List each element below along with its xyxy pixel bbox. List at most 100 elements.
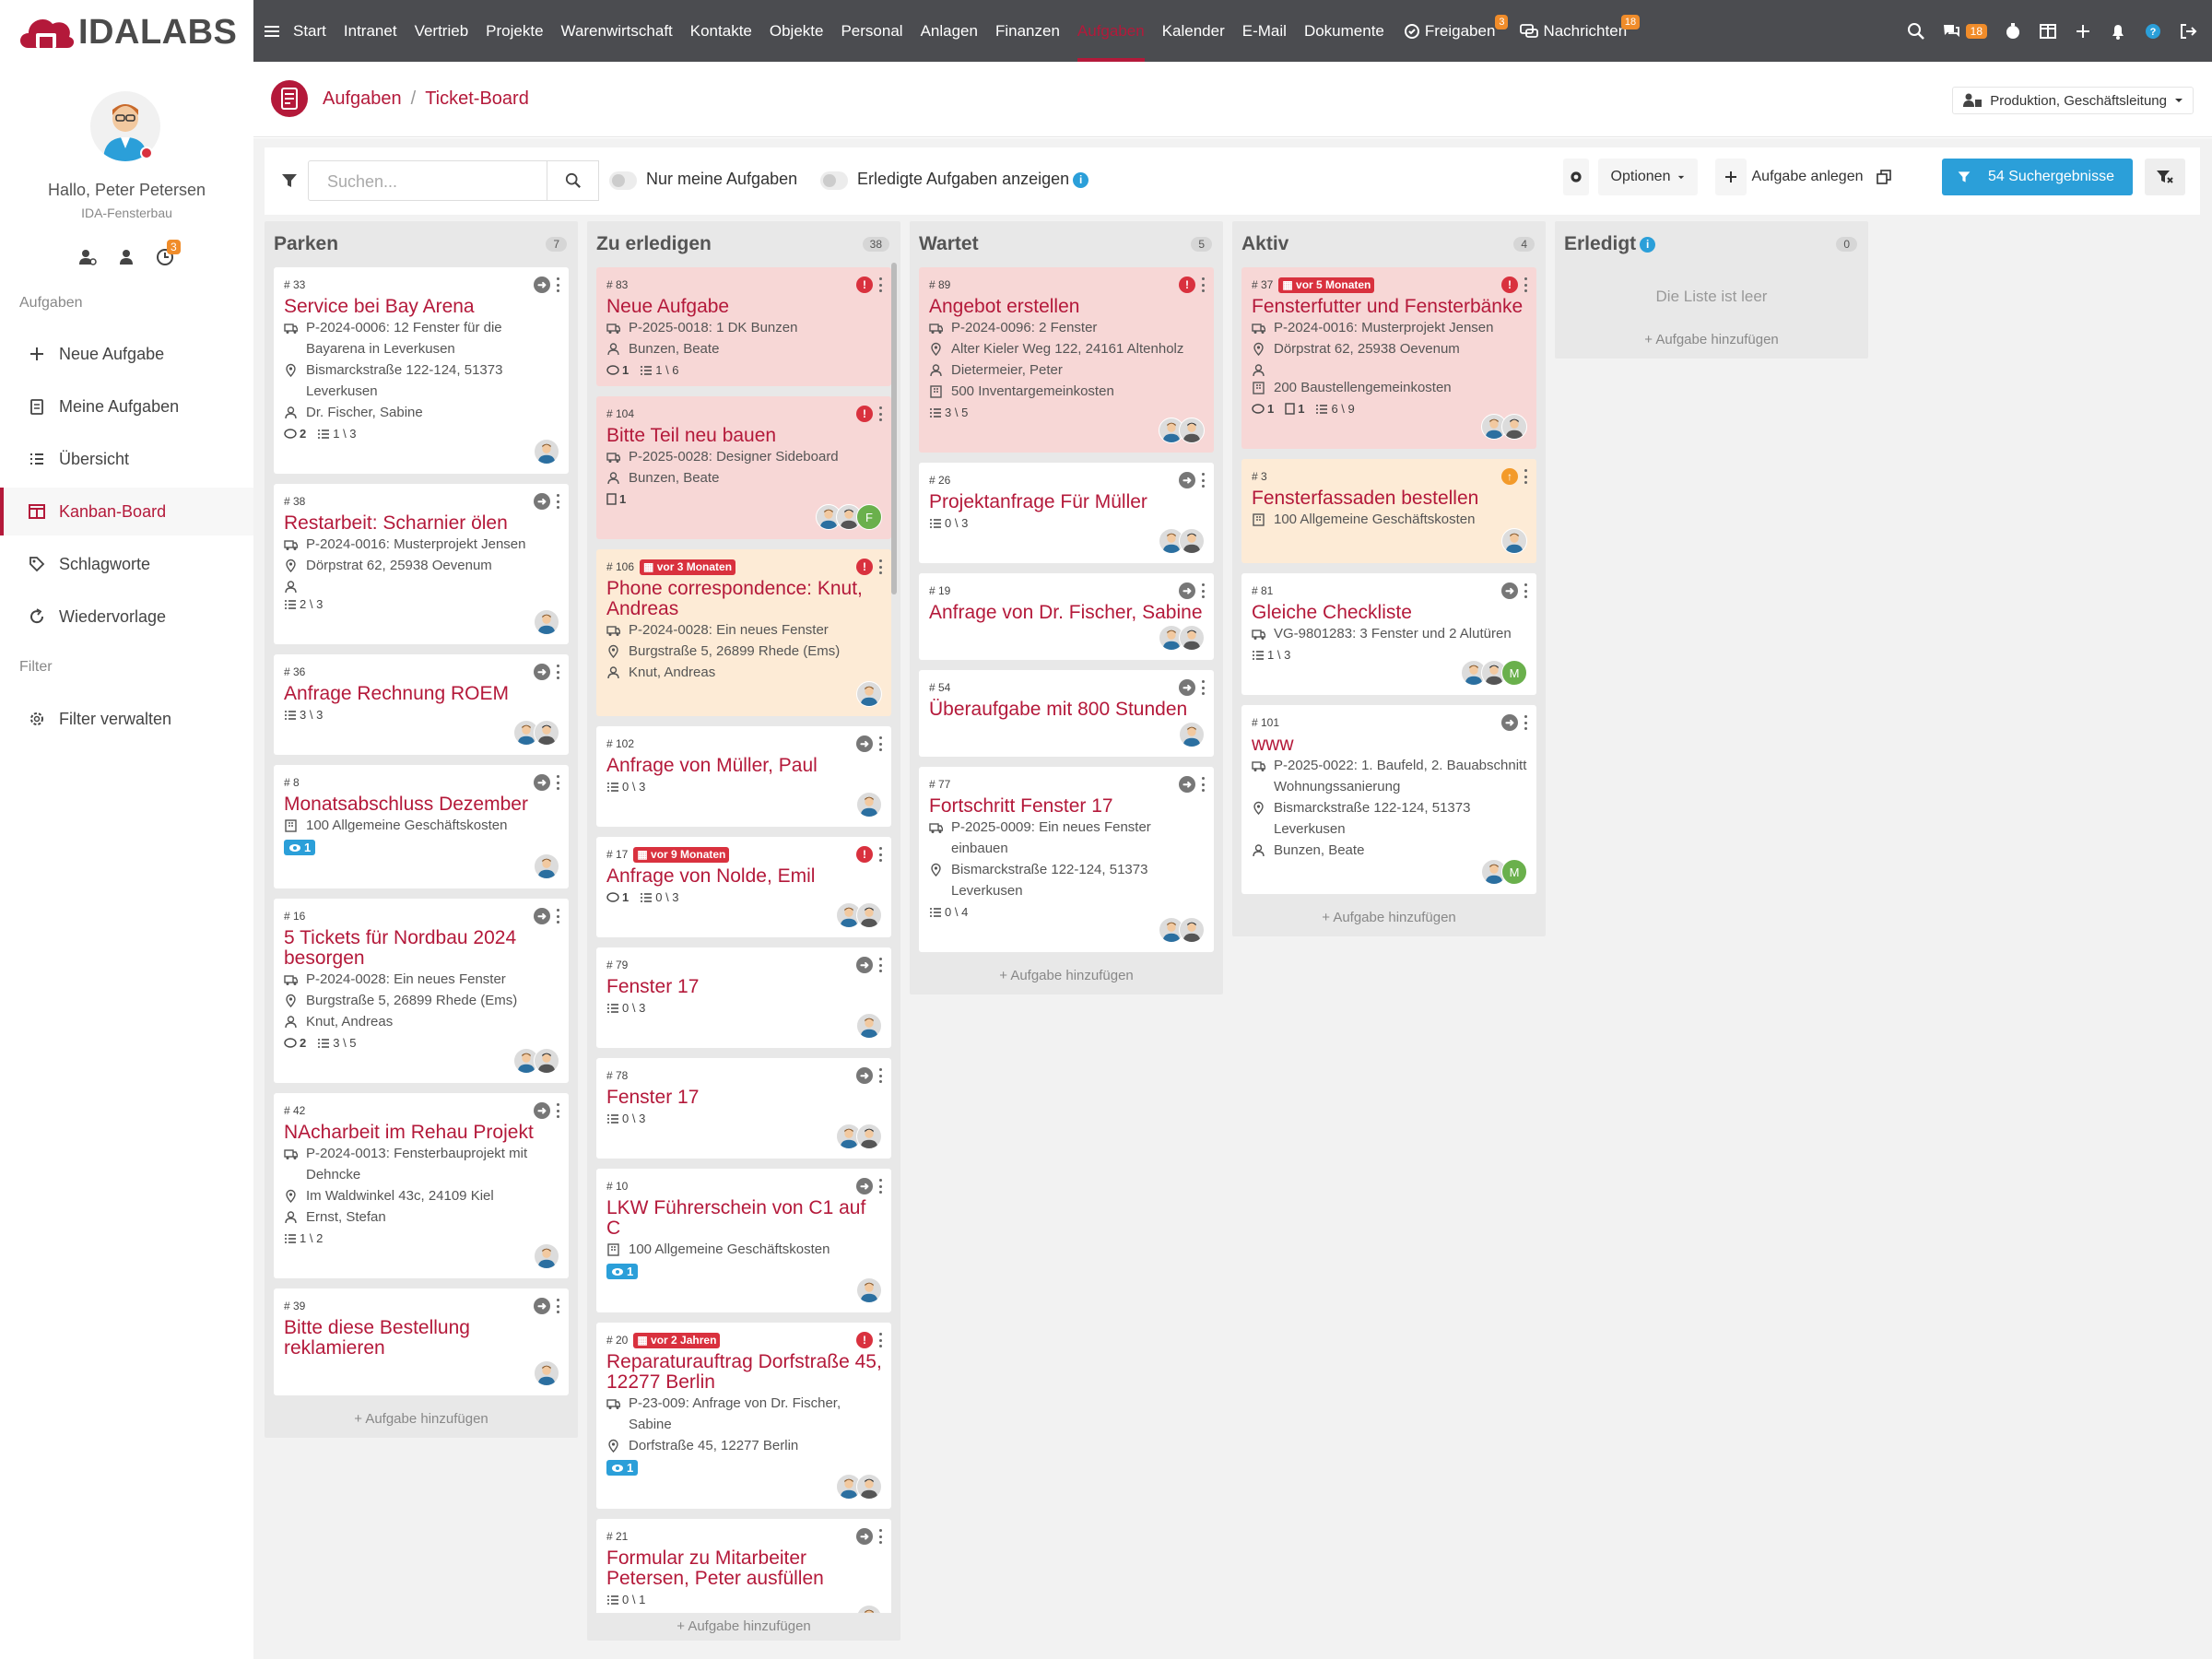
my-tasks-toggle[interactable]	[609, 171, 637, 190]
task-card[interactable]: # 42 ➜ NAcharbeit im Rehau Projekt P-2024-0…	[274, 1093, 569, 1278]
nav-intranet[interactable]: Intranet	[344, 0, 397, 62]
avatar[interactable]	[856, 1474, 882, 1500]
nav-nachrichten[interactable]: Nachrichten 18	[1520, 0, 1641, 62]
arrow-right-icon[interactable]: ➜	[1179, 472, 1195, 488]
add-task-button[interactable]: + Aufgabe hinzufügen	[910, 962, 1223, 994]
more-options-icon[interactable]	[1201, 583, 1205, 598]
task-card[interactable]: # 20 ▦ vor 2 Jahren! Reparaturauftrag Dorf…	[596, 1323, 891, 1509]
avatar-initial[interactable]: F	[856, 504, 882, 530]
more-options-icon[interactable]	[556, 277, 559, 292]
task-card[interactable]: # 17 ▦ vor 9 Monaten! Anfrage von Nolde, E…	[596, 837, 891, 937]
arrow-right-icon[interactable]: ➜	[534, 774, 550, 791]
sidebar-item-filter-manage[interactable]: Filter verwalten	[0, 695, 253, 743]
done-tasks-toggle[interactable]	[820, 171, 848, 190]
avatar-initial[interactable]: M	[1501, 660, 1527, 686]
more-options-icon[interactable]	[878, 958, 882, 972]
arrow-right-icon[interactable]: ➜	[1179, 582, 1195, 599]
avatar[interactable]	[1179, 625, 1205, 651]
add-task-button[interactable]: + Aufgabe hinzufügen	[1232, 904, 1546, 936]
avatar[interactable]	[1179, 917, 1205, 943]
task-card[interactable]: # 104! Bitte Teil neu bauen P-2025-0028: D…	[596, 396, 891, 539]
task-card[interactable]: # 38 ➜ Restarbeit: Scharnier ölen P-2024-00…	[274, 484, 569, 644]
more-options-icon[interactable]	[556, 1103, 559, 1118]
task-card[interactable]: # 101 ➜ www P-2025-0022: 1. Baufeld, 2. Bau…	[1241, 705, 1536, 894]
search-results-button[interactable]: 54 Suchergebnisse	[1942, 159, 2133, 195]
column-scrollbar[interactable]	[891, 263, 897, 594]
arrow-right-icon[interactable]: ➜	[534, 908, 550, 924]
add-task-button[interactable]: + Aufgabe hinzufügen	[587, 1613, 900, 1645]
more-options-icon[interactable]	[878, 847, 882, 862]
layout-icon[interactable]	[2039, 22, 2057, 41]
info-icon[interactable]: i	[1073, 171, 1089, 188]
sidebar-item-kanban-board[interactable]: Kanban-Board	[0, 488, 253, 535]
avatar[interactable]	[534, 1360, 559, 1386]
add-button[interactable]	[1715, 159, 1747, 195]
add-task-button[interactable]: + Aufgabe hinzufügen	[265, 1406, 578, 1438]
search-input[interactable]: Suchen...	[308, 160, 547, 201]
nav-e-mail[interactable]: E-Mail	[1242, 0, 1287, 62]
arrow-right-icon[interactable]: ➜	[534, 1298, 550, 1314]
nav-start[interactable]: Start	[293, 0, 326, 62]
more-options-icon[interactable]	[1201, 680, 1205, 695]
task-card[interactable]: # 16 ➜ 5 Tickets für Nordbau 2024 besorgen…	[274, 899, 569, 1083]
nav-freigaben[interactable]: Freigaben 3	[1404, 0, 1509, 62]
alert-icon[interactable]: !	[856, 1332, 873, 1348]
more-options-icon[interactable]	[878, 1529, 882, 1544]
arrow-right-icon[interactable]: ➜	[1179, 776, 1195, 793]
alert-icon[interactable]: !	[856, 406, 873, 422]
search-button[interactable]	[547, 160, 599, 201]
more-options-icon[interactable]	[556, 1299, 559, 1313]
nav-personal[interactable]: Personal	[841, 0, 902, 62]
sidebar-item--bersicht[interactable]: Übersicht	[0, 435, 253, 483]
breadcrumb-aufgaben[interactable]: Aufgaben	[323, 88, 402, 110]
search-icon[interactable]	[1907, 22, 1925, 41]
sidebar-item-wiedervorlage[interactable]: Wiedervorlage	[0, 593, 253, 641]
task-card[interactable]: # 83! Neue Aufgabe P-2025-0018: 1 DK Bunze…	[596, 267, 891, 386]
avatar[interactable]	[534, 1048, 559, 1074]
arrow-right-icon[interactable]: ➜	[856, 1528, 873, 1545]
avatar[interactable]	[1501, 528, 1527, 554]
nav-kontakte[interactable]: Kontakte	[690, 0, 752, 62]
arrow-right-icon[interactable]: ➜	[856, 1067, 873, 1084]
more-options-icon[interactable]	[1201, 777, 1205, 792]
chat-button[interactable]: 18	[1942, 22, 1987, 41]
avatar[interactable]	[1179, 418, 1205, 443]
sidebar-item-schlagworte[interactable]: Schlagworte	[0, 540, 253, 588]
alert-icon[interactable]: !	[856, 559, 873, 575]
more-options-icon[interactable]	[878, 1333, 882, 1347]
breadcrumb-ticket-board[interactable]: Ticket-Board	[425, 88, 529, 110]
options-dropdown[interactable]: Optionen	[1598, 159, 1698, 195]
nav-kalender[interactable]: Kalender	[1162, 0, 1225, 62]
avatar[interactable]	[1179, 528, 1205, 554]
clear-filter-button[interactable]	[2145, 159, 2185, 195]
more-options-icon[interactable]	[1524, 469, 1527, 484]
nav-dokumente[interactable]: Dokumente	[1304, 0, 1384, 62]
task-card[interactable]: # 102 ➜ Anfrage von Müller, Paul 0 \ 3	[596, 726, 891, 827]
task-card[interactable]: # 77 ➜ Fortschritt Fenster 17 P-2025-0009: …	[919, 767, 1214, 952]
nav-finanzen[interactable]: Finanzen	[995, 0, 1060, 62]
avatar[interactable]	[534, 609, 559, 635]
avatar[interactable]	[856, 1277, 882, 1303]
arrow-right-icon[interactable]: ➜	[534, 276, 550, 293]
arrow-right-icon[interactable]: ➜	[1501, 582, 1518, 599]
info-icon[interactable]: i	[1640, 236, 1656, 253]
avatar[interactable]	[534, 1243, 559, 1269]
more-options-icon[interactable]	[556, 665, 559, 679]
alert-icon[interactable]: !	[1179, 276, 1195, 293]
avatar[interactable]	[534, 853, 559, 879]
task-card[interactable]: # 37 ▦ vor 5 Monaten! Fensterfutter und Fe…	[1241, 267, 1536, 449]
task-card[interactable]: # 106 ▦ vor 3 Monaten! Phone correspondenc…	[596, 549, 891, 716]
arrow-right-icon[interactable]: ➜	[1179, 679, 1195, 696]
avatar[interactable]	[856, 902, 882, 928]
task-card[interactable]: # 33 ➜ Service bei Bay Arena P-2024-0006: 1…	[274, 267, 569, 474]
department-selector[interactable]: Produktion, Geschäftsleitung	[1952, 87, 2194, 114]
task-card[interactable]: # 10 ➜ LKW Führerschein von C1 auf C 100 Al…	[596, 1169, 891, 1312]
avatar[interactable]	[534, 720, 559, 746]
avatar[interactable]	[856, 792, 882, 818]
arrow-right-icon[interactable]: ➜	[534, 1102, 550, 1119]
avatar[interactable]	[534, 439, 559, 465]
sidebar-item-neue-aufgabe[interactable]: Neue Aufgabe	[0, 330, 253, 378]
plus-icon[interactable]	[2074, 22, 2092, 41]
task-card[interactable]: # 8 ➜ Monatsabschluss Dezember 100 Allgemei…	[274, 765, 569, 888]
more-options-icon[interactable]	[878, 736, 882, 751]
